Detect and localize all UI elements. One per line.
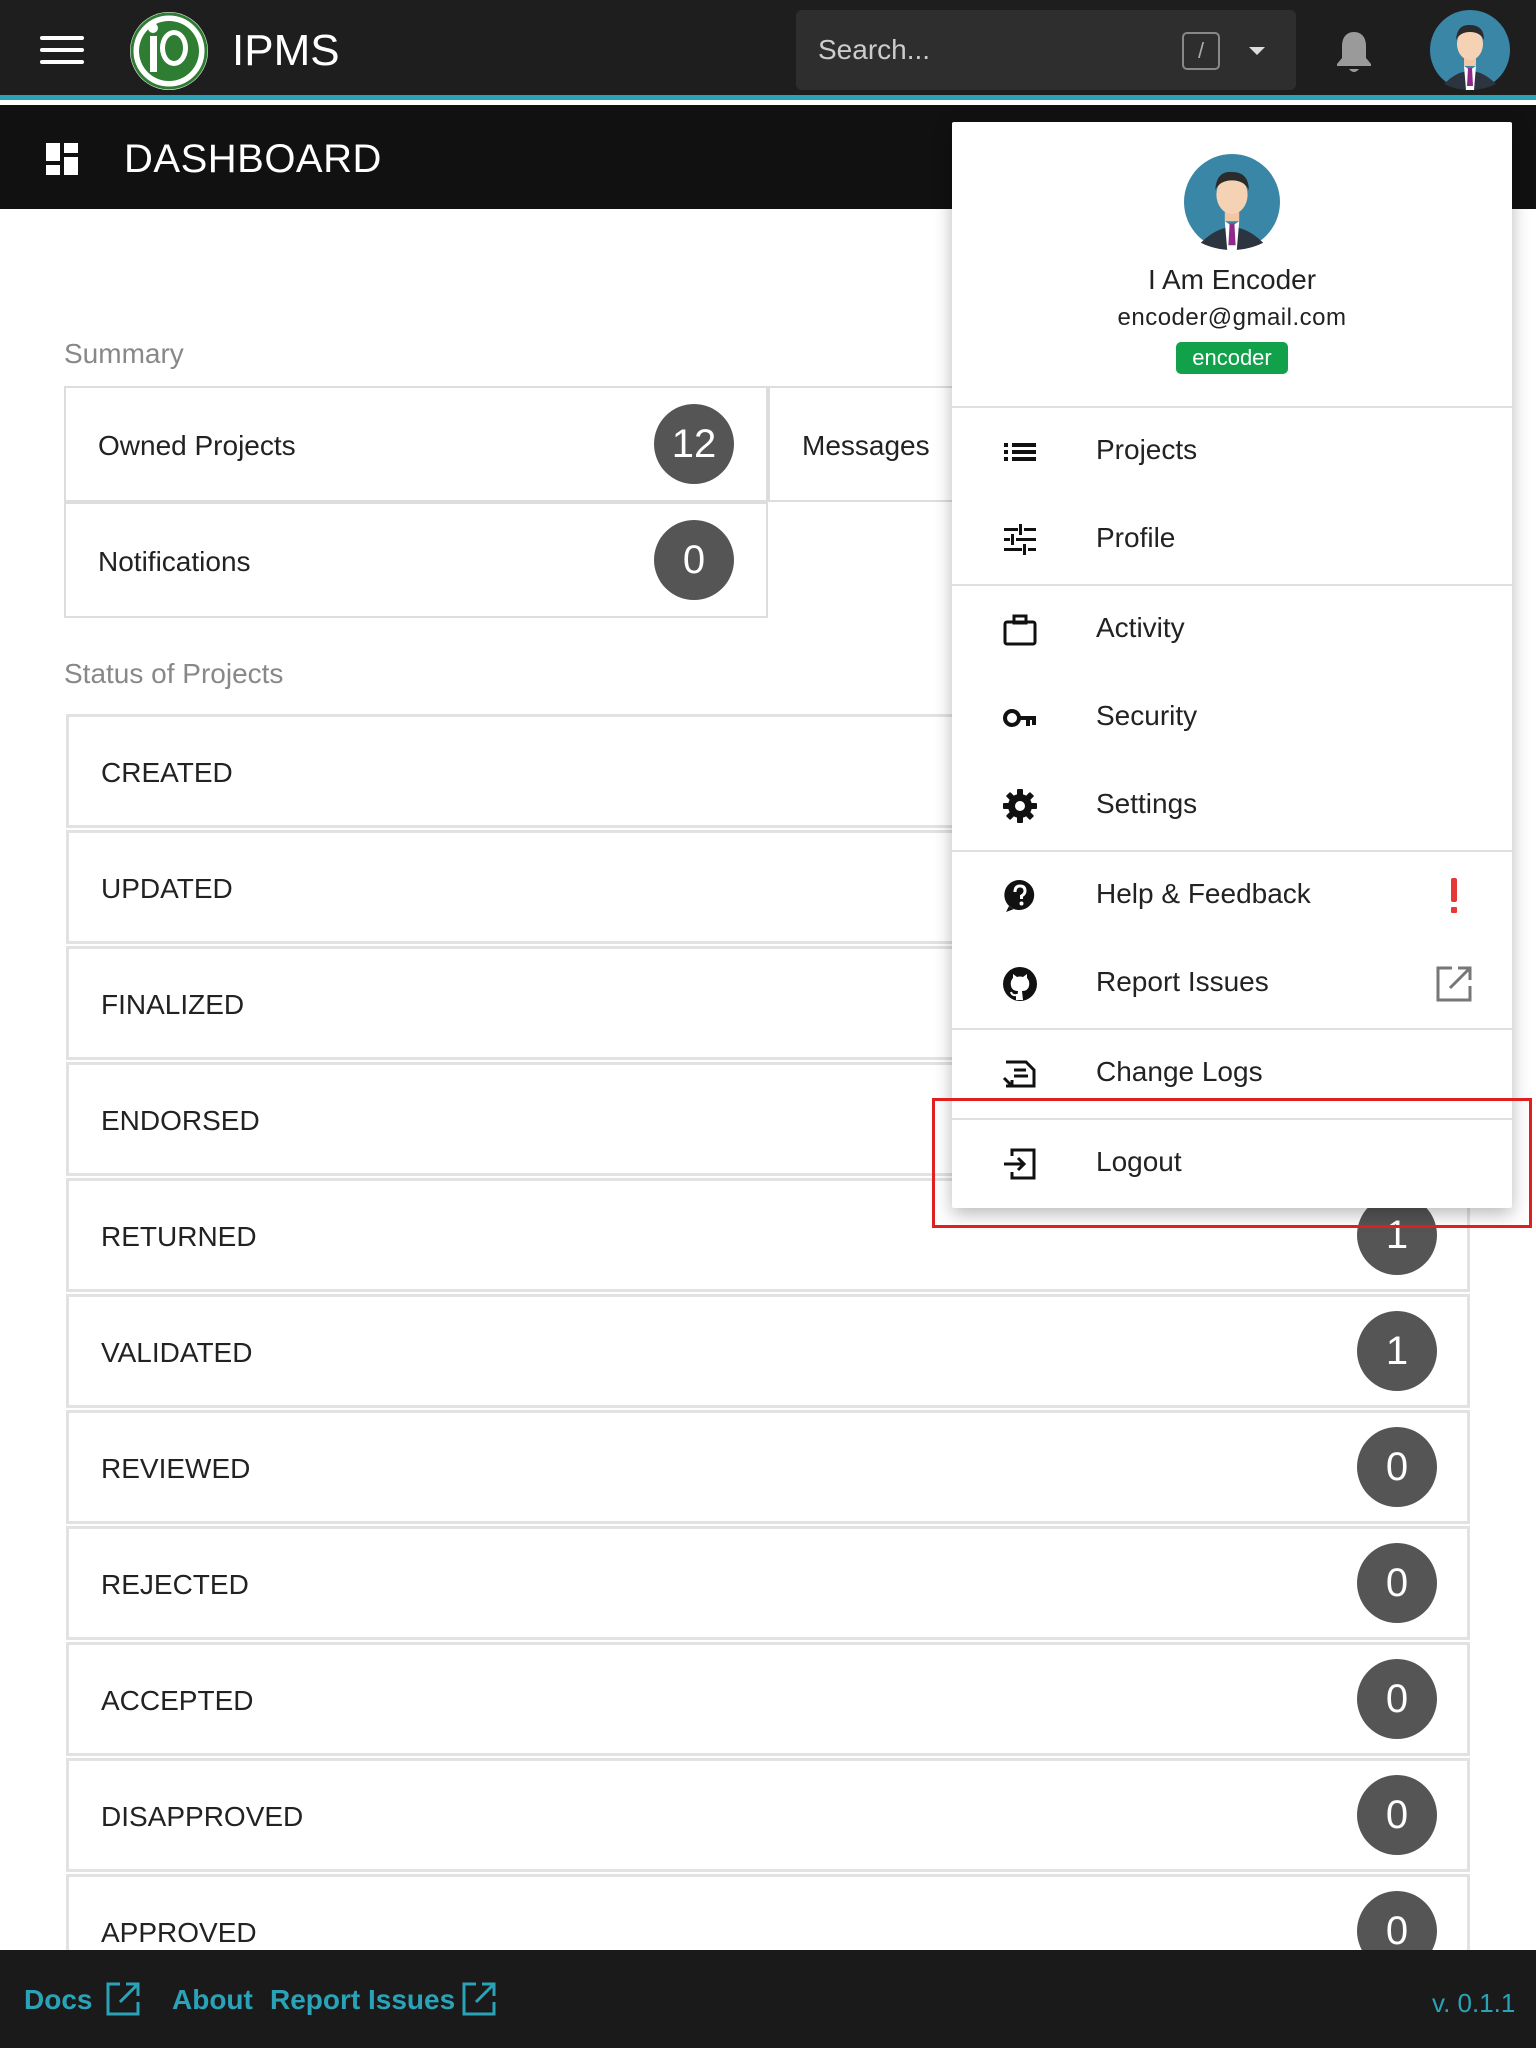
menu-item-label: Activity (1096, 612, 1185, 643)
messages-label: Messages (802, 430, 930, 461)
external-link-icon (1436, 966, 1472, 1002)
page-title: DASHBOARD (124, 137, 382, 181)
menu-item-projects[interactable]: Projects (952, 408, 1512, 496)
app-title: IPMS (232, 26, 340, 75)
menu-item-label: Projects (1096, 434, 1198, 465)
status-label: REJECTED (101, 1569, 249, 1600)
changelog-icon (1002, 1060, 1036, 1088)
tune-icon (1004, 524, 1036, 555)
menu-item-change-logs[interactable]: Change Logs (952, 1030, 1512, 1118)
user-avatar-button[interactable] (1430, 10, 1510, 90)
status-label: RETURNED (101, 1221, 257, 1252)
ipms-logo[interactable] (130, 12, 208, 90)
status-row-rejected[interactable]: REJECTED 0 (66, 1526, 1470, 1640)
help-icon (1004, 879, 1035, 912)
status-label: FINALIZED (101, 989, 245, 1020)
search-input[interactable] (818, 28, 1148, 72)
menu-item-label: Security (1096, 700, 1198, 731)
search-box: / (796, 10, 1296, 90)
status-label: UPDATED (101, 873, 233, 904)
status-count: 0 (1357, 1659, 1437, 1739)
menu-item-label: Profile (1096, 522, 1176, 553)
bell-icon[interactable] (1332, 28, 1376, 76)
menu-item-label: Help & Feedback (1096, 878, 1311, 909)
menu-item-activity[interactable]: Activity (952, 586, 1512, 674)
status-label: REVIEWED (101, 1453, 251, 1484)
notifications-count: 0 (654, 520, 734, 600)
menu-item-help-feedback[interactable]: Help & Feedback (952, 852, 1512, 940)
status-count: 1 (1357, 1311, 1437, 1391)
footer: Docs About Report Issues v. 0.1.1 (0, 1950, 1536, 2048)
status-row-validated[interactable]: VALIDATED 1 (66, 1294, 1470, 1408)
chevron-down-icon[interactable] (1242, 36, 1272, 66)
messages-card[interactable]: Messages (768, 386, 968, 502)
footer-docs-link[interactable]: Docs (24, 1984, 92, 2016)
owned-projects-label: Owned Projects (98, 430, 296, 461)
menu-item-settings[interactable]: Settings (952, 762, 1512, 850)
dashboard-icon (46, 143, 78, 175)
search-shortcut-hint: / (1182, 32, 1220, 70)
menu-item-label: Logout (1096, 1146, 1182, 1177)
status-label: CREATED (101, 757, 233, 788)
status-count: 0 (1357, 1775, 1437, 1855)
top-app-bar: IPMS / (0, 0, 1536, 100)
status-row-accepted[interactable]: ACCEPTED 0 (66, 1642, 1470, 1756)
menu-item-report-issues[interactable]: Report Issues (952, 940, 1512, 1028)
app-version: v. 0.1.1 (1432, 1988, 1516, 2018)
footer-about-link[interactable]: About (172, 1984, 253, 2016)
status-count: 0 (1357, 1543, 1437, 1623)
status-row-disapproved[interactable]: DISAPPROVED 0 (66, 1758, 1470, 1872)
owned-projects-count: 12 (654, 404, 734, 484)
menu-item-profile[interactable]: Profile (952, 496, 1512, 584)
notifications-card[interactable]: Notifications 0 (64, 502, 768, 618)
status-row-reviewed[interactable]: REVIEWED 0 (66, 1410, 1470, 1524)
gear-icon (1003, 789, 1037, 823)
menu-item-logout[interactable]: Logout (952, 1120, 1512, 1208)
status-label: APPROVED (101, 1917, 257, 1948)
status-heading: Status of Projects (64, 658, 284, 689)
list-icon (1004, 443, 1036, 461)
menu-item-security[interactable]: Security (952, 674, 1512, 762)
notifications-label: Notifications (98, 546, 251, 577)
github-icon (1003, 967, 1037, 1001)
menu-item-label: Change Logs (1096, 1056, 1263, 1087)
menu-item-label: Settings (1096, 788, 1198, 819)
user-email: encoder@gmail.com (1117, 304, 1347, 331)
key-icon (1003, 709, 1036, 727)
hamburger-menu-button[interactable] (40, 36, 84, 72)
status-label: ENDORSED (101, 1105, 260, 1136)
status-count: 0 (1357, 1427, 1437, 1507)
briefcase-icon (1003, 614, 1037, 646)
summary-heading: Summary (64, 338, 184, 369)
user-menu-dropdown: I Am Encoder encoder@gmail.com encoder P… (952, 122, 1512, 1208)
status-label: VALIDATED (101, 1337, 253, 1368)
footer-report-issues-link[interactable]: Report Issues (270, 1984, 455, 2016)
external-link-icon[interactable] (104, 1980, 142, 2018)
alert-icon (1451, 878, 1457, 913)
status-label: DISAPPROVED (101, 1801, 304, 1832)
menu-item-label: Report Issues (1096, 966, 1269, 997)
logout-icon (1004, 1148, 1036, 1180)
role-badge: encoder (1176, 342, 1288, 374)
user-name: I Am Encoder (1147, 264, 1317, 295)
external-link-icon[interactable] (460, 1980, 498, 2018)
owned-projects-card[interactable]: Owned Projects 12 (64, 386, 768, 502)
status-label: ACCEPTED (101, 1685, 254, 1716)
avatar (1184, 154, 1280, 250)
